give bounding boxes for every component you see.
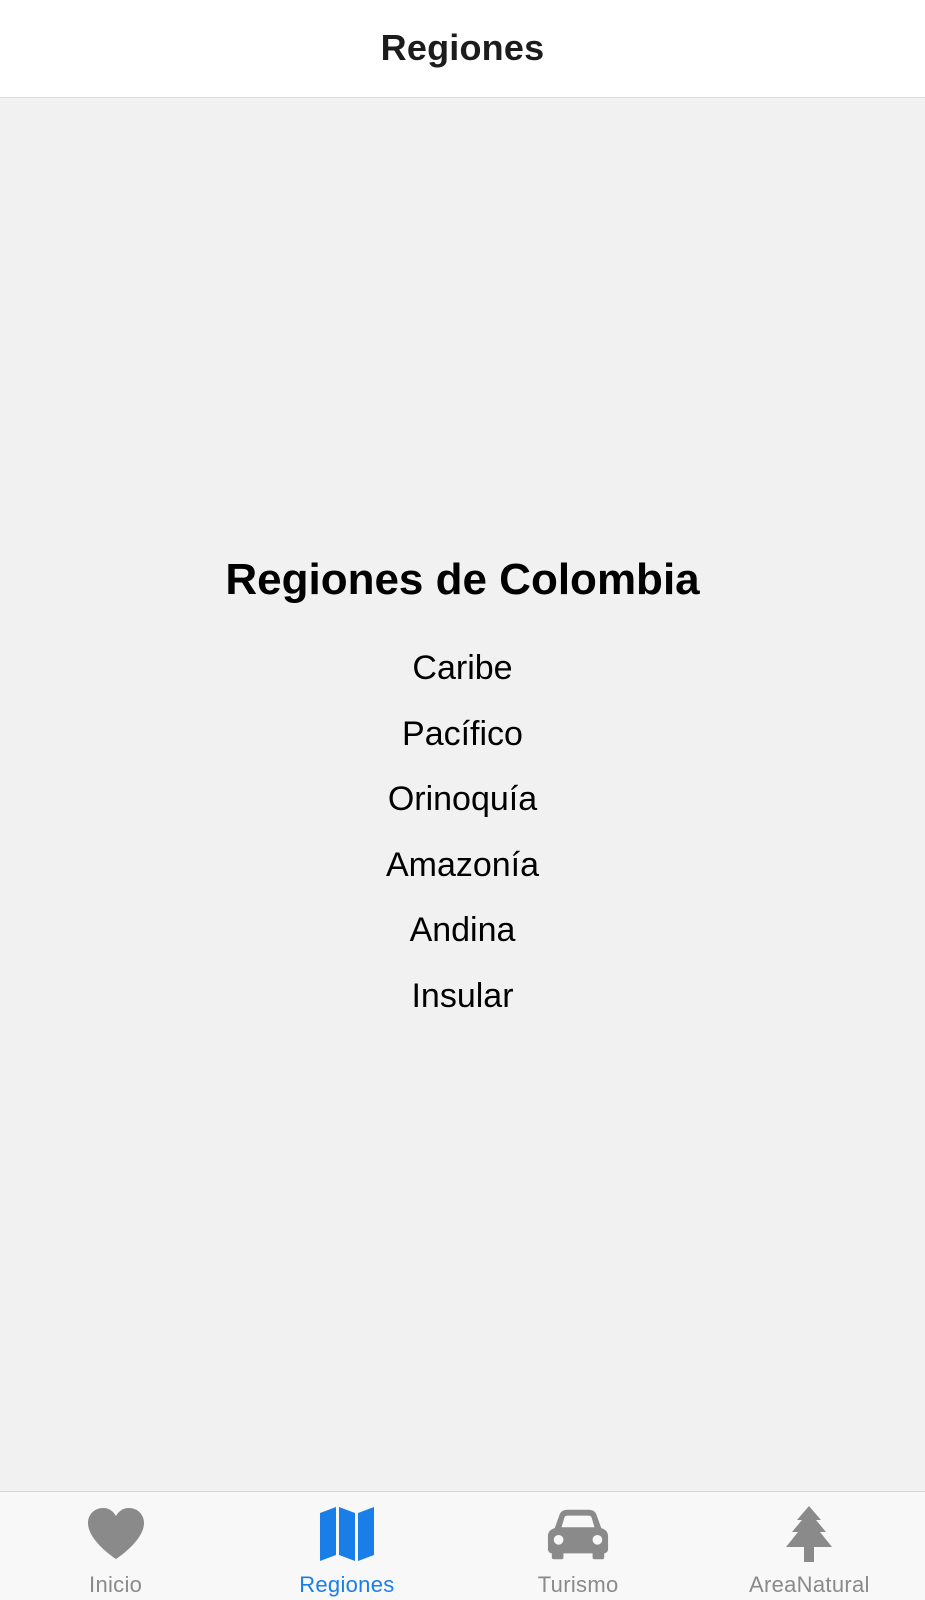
tab-regiones[interactable]: Regiones xyxy=(231,1492,462,1600)
tab-inicio[interactable]: Inicio xyxy=(0,1492,231,1600)
tab-label-regiones: Regiones xyxy=(299,1572,395,1597)
region-item-andina[interactable]: Andina xyxy=(410,898,516,964)
region-item-pacifico[interactable]: Pacífico xyxy=(402,702,523,768)
map-icon xyxy=(315,1504,379,1564)
regions-section: Regiones de Colombia Caribe Pacífico Ori… xyxy=(0,558,925,1029)
navigation-bar: Regiones xyxy=(0,0,925,98)
region-item-insular[interactable]: Insular xyxy=(411,964,513,1030)
tab-turismo[interactable]: Turismo xyxy=(463,1492,694,1600)
tab-label-turismo: Turismo xyxy=(537,1572,619,1597)
region-item-orinoquia[interactable]: Orinoquía xyxy=(388,767,537,833)
section-title: Regiones de Colombia xyxy=(225,555,700,604)
tree-icon xyxy=(777,1504,841,1564)
car-icon xyxy=(546,1504,610,1564)
tab-label-areanatural: AreaNatural xyxy=(749,1572,870,1597)
tab-label-inicio: Inicio xyxy=(89,1572,143,1597)
region-item-amazonia[interactable]: Amazonía xyxy=(386,833,539,899)
tab-bar: Inicio Regiones Turismo AreaNatural xyxy=(0,1491,925,1600)
region-item-caribe[interactable]: Caribe xyxy=(412,636,512,702)
heart-icon xyxy=(84,1504,148,1564)
region-list: Caribe Pacífico Orinoquía Amazonía Andin… xyxy=(386,636,539,1029)
page-title: Regiones xyxy=(380,26,545,68)
tab-areanatural[interactable]: AreaNatural xyxy=(694,1492,925,1600)
content-area: Regiones de Colombia Caribe Pacífico Ori… xyxy=(0,98,925,1491)
